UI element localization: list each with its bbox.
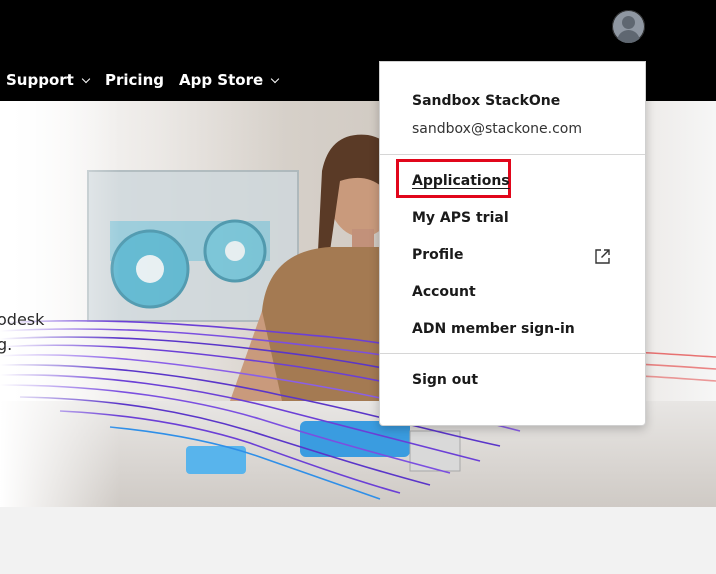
- menu-item-sign-out[interactable]: Sign out: [412, 372, 478, 388]
- nav-support-label: Support: [6, 71, 74, 89]
- menu-item-my-aps-trial[interactable]: My APS trial: [412, 210, 509, 226]
- menu-item-account[interactable]: Account: [412, 284, 476, 300]
- account-user-email: sandbox@stackone.com: [412, 121, 583, 137]
- account-dropdown-menu: Sandbox StackOne sandbox@stackone.com Ap…: [379, 61, 646, 426]
- nav-pricing-label: Pricing: [105, 71, 164, 89]
- account-user-name: Sandbox StackOne: [412, 93, 561, 109]
- nav-support[interactable]: Support: [6, 61, 91, 101]
- top-bar: [0, 0, 716, 61]
- external-link-icon[interactable]: [594, 248, 611, 265]
- chevron-down-icon: [270, 74, 280, 84]
- nav-app-store-label: App Store: [179, 71, 264, 89]
- page-footer-area: [0, 507, 716, 574]
- avatar-body-shape: [617, 30, 640, 43]
- nav-pricing[interactable]: Pricing: [105, 61, 164, 101]
- menu-item-adn-member-sign-in[interactable]: ADN member sign-in: [412, 321, 575, 337]
- nav-app-store[interactable]: App Store: [179, 61, 280, 101]
- hero-text-line-2: g.: [0, 335, 13, 354]
- chevron-down-icon: [81, 74, 91, 84]
- menu-divider: [380, 353, 645, 354]
- hero-fade-overlay: [0, 101, 120, 507]
- menu-divider: [380, 154, 645, 155]
- menu-item-applications[interactable]: Applications: [412, 173, 510, 189]
- hero-text-line-1: odesk: [0, 310, 45, 329]
- avatar-head-shape: [622, 16, 635, 29]
- user-avatar[interactable]: [612, 10, 645, 43]
- menu-item-profile[interactable]: Profile: [412, 247, 463, 263]
